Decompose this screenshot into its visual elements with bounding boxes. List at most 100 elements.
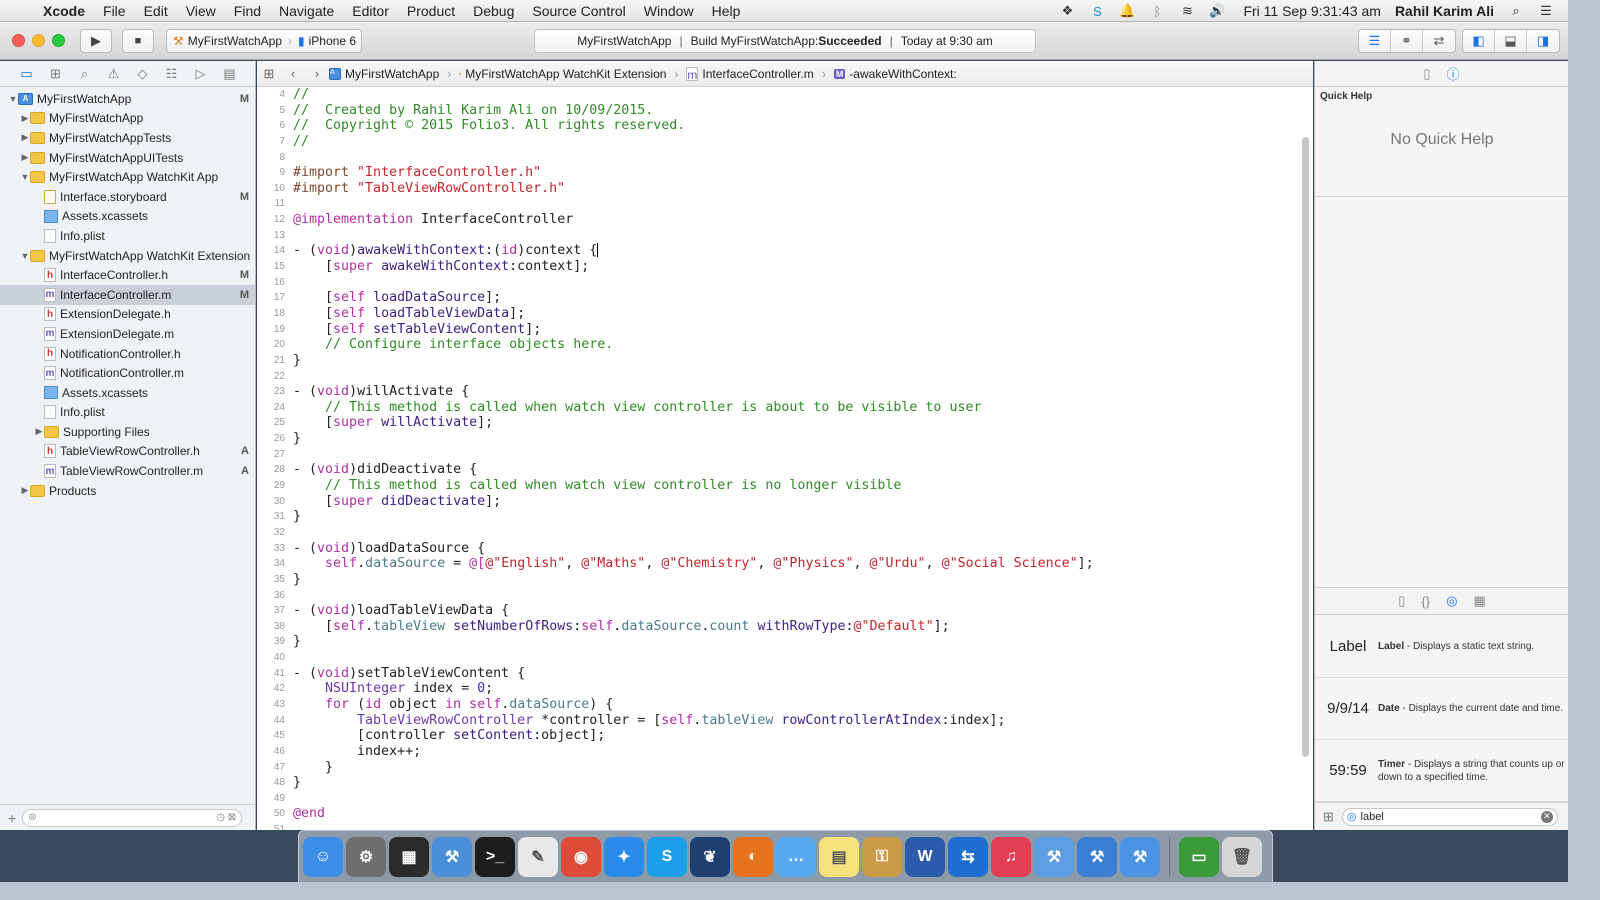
disclosure-collapsed-icon[interactable]: ▶ — [20, 485, 30, 496]
grid-view-icon[interactable]: ⊞ — [1323, 809, 1334, 825]
xcode-icon[interactable]: ⚒ — [432, 836, 472, 877]
tree-row-group[interactable]: ▼ MyFirstWatchApp WatchKit Extension — [0, 246, 255, 266]
tree-row-file-selected[interactable]: m InterfaceController.m M — [0, 284, 255, 305]
code-line[interactable]: 4 // — [279, 87, 1299, 103]
safari-icon[interactable]: ✦ — [604, 836, 644, 877]
tree-row-file[interactable]: m TableViewRowController.m A — [0, 461, 255, 481]
code-line[interactable]: 22 — [274, 369, 1299, 385]
code-line[interactable]: 50 @end — [274, 806, 1299, 822]
code-line[interactable]: 11 — [275, 196, 1299, 212]
code-line[interactable]: 26} — [274, 431, 1299, 447]
tree-row-group[interactable]: ▶ Supporting Files — [0, 422, 255, 442]
test-navigator-icon[interactable]: ◇ — [128, 66, 157, 82]
dropbox-icon[interactable]: ❖ — [1059, 3, 1075, 18]
tree-row-file[interactable]: m NotificationController.m — [0, 363, 255, 383]
clear-search-icon[interactable]: ✕ — [1540, 810, 1553, 823]
code-line[interactable]: 10 #import "TableViewRowController.h" — [274, 181, 1299, 197]
code-line[interactable]: 7 // — [279, 134, 1299, 150]
volume-icon[interactable]: 🔊 — [1209, 3, 1225, 18]
tree-row-file[interactable]: Info.plist — [0, 403, 255, 423]
skype-icon[interactable]: S — [1089, 4, 1105, 19]
code-line[interactable]: 36 — [274, 588, 1299, 604]
app-store-icon[interactable]: ▦ — [389, 836, 429, 877]
recent-files-icon[interactable]: ◷ ⊠ — [216, 812, 236, 823]
code-line[interactable]: 34 self.dataSource = @[@"English", @"Mat… — [274, 556, 1299, 572]
code-line[interactable]: 30 [super didDeactivate]; — [274, 494, 1299, 510]
code-line[interactable]: 6 // Copyright © 2015 Folio3. All rights … — [279, 118, 1299, 134]
add-file-icon[interactable]: + — [8, 810, 16, 826]
code-line[interactable]: 15 [super awakeWithContext:context]; — [274, 259, 1299, 275]
code-line[interactable]: 45 [controller setContent:object]; — [274, 728, 1299, 744]
back-icon[interactable]: ‹ — [281, 66, 305, 81]
file-inspector-icon[interactable]: ▯ — [1423, 66, 1430, 82]
code-line[interactable]: 20 // Configure interface objects here. — [274, 337, 1299, 353]
keychain-icon[interactable]: ⚿ — [862, 836, 902, 877]
code-line[interactable]: 48} — [274, 775, 1299, 791]
debug-navigator-icon[interactable]: ☷ — [157, 66, 186, 82]
tree-row-file[interactable]: Info.plist — [0, 226, 255, 246]
code-line[interactable]: 28 - (void)didDeactivate { — [274, 462, 1299, 478]
code-line[interactable]: 51 — [274, 822, 1299, 830]
code-line[interactable]: 41 - (void)setTableViewContent { — [274, 666, 1299, 682]
spotlight-icon[interactable]: ⌕ — [1508, 3, 1524, 18]
project-navigator-icon[interactable]: ▭ — [12, 66, 41, 82]
source-editor[interactable]: 4 // 5 // Created by Rahil Karim Ali on 10/… — [257, 87, 1313, 830]
stickies-icon[interactable]: ▤ — [819, 836, 859, 877]
code-line[interactable]: 46 index++; — [274, 744, 1299, 760]
stop-button[interactable]: ■ — [122, 29, 154, 53]
code-area[interactable]: 4 // 5 // Created by Rahil Karim Ali on 10/… — [274, 87, 1299, 830]
navigator-filter-input[interactable]: ⊜ ◷ ⊠ — [22, 808, 243, 827]
library-search-input[interactable]: ◎ label ✕ — [1341, 807, 1558, 826]
finder-icon[interactable]: ☺ — [303, 836, 343, 877]
forward-icon[interactable]: › — [305, 66, 329, 81]
code-line[interactable]: 42 NSUInteger index = 0; — [274, 681, 1299, 697]
terminal-icon[interactable]: >_ — [475, 836, 515, 877]
tree-row-file[interactable]: m ExtensionDelegate.m — [0, 324, 255, 344]
disclosure-collapsed-icon[interactable]: ▶ — [20, 152, 30, 163]
code-line[interactable]: 9 #import "InterfaceController.h" — [279, 165, 1299, 181]
notification-icon[interactable]: 🔔 — [1119, 3, 1135, 18]
navigator-toggle-icon[interactable]: ◧ — [1463, 30, 1495, 52]
sourcetree-icon[interactable]: ❦ — [690, 836, 730, 877]
code-line[interactable]: 49 — [274, 791, 1299, 807]
code-line[interactable]: 25 [super willActivate]; — [274, 415, 1299, 431]
code-line[interactable]: 16 — [274, 275, 1299, 291]
code-line[interactable]: 29 // This method is called when watch v… — [274, 478, 1299, 494]
code-line[interactable]: 43 for (id object in self.dataSource) { — [274, 697, 1299, 713]
minimize-window-button[interactable] — [32, 34, 45, 47]
tree-row-file[interactable]: h TableViewRowController.h A — [0, 442, 255, 462]
firefox-icon[interactable]: ◐ — [733, 836, 773, 877]
standard-editor-icon[interactable]: ☰ — [1359, 30, 1391, 52]
disclosure-expanded-icon[interactable]: ▼ — [20, 172, 30, 182]
report-navigator-icon[interactable]: ▤ — [215, 66, 244, 82]
tree-row-file[interactable]: h NotificationController.h — [0, 344, 255, 364]
code-line[interactable]: 32 — [274, 525, 1299, 541]
menu-user[interactable]: Rahil Karim Ali — [1395, 3, 1494, 19]
zoom-window-button[interactable] — [52, 34, 65, 47]
disclosure-collapsed-icon[interactable]: ▶ — [34, 426, 44, 437]
library-item-label[interactable]: Label Label - Displays a static text str… — [1315, 616, 1568, 678]
xcode-beta-icon[interactable]: ⚒ — [1034, 836, 1074, 877]
menu-clock[interactable]: Fri 11 Sep 9:31:43 am — [1243, 3, 1380, 19]
instruments-icon[interactable]: ⚒ — [1077, 836, 1117, 877]
symbol-navigator-icon[interactable]: ⊞ — [41, 66, 70, 82]
disclosure-expanded-icon[interactable]: ▼ — [8, 94, 18, 104]
code-line[interactable]: 37 - (void)loadTableViewData { — [274, 603, 1299, 619]
code-line[interactable]: 13 — [274, 228, 1299, 244]
version-editor-icon[interactable]: ⇄ — [1423, 30, 1455, 52]
code-line[interactable]: 23 - (void)willActivate { — [274, 384, 1299, 400]
code-line[interactable]: 47 } — [274, 760, 1299, 776]
library-item-timer[interactable]: 59:59 Timer - Displays a string that cou… — [1315, 740, 1568, 802]
tree-row-file[interactable]: Assets.xcassets — [0, 383, 255, 403]
menu-window[interactable]: Window — [635, 3, 703, 19]
trash-icon[interactable]: 🗑 — [1222, 836, 1262, 877]
code-line[interactable]: 19 [self setTableViewContent]; — [274, 322, 1299, 338]
menu-editor[interactable]: Editor — [343, 3, 398, 19]
code-line[interactable]: 21} — [274, 353, 1299, 369]
editor-scrollbar[interactable] — [1302, 137, 1309, 757]
chrome-icon[interactable]: ◉ — [561, 836, 601, 877]
find-navigator-icon[interactable]: ⌕ — [70, 66, 99, 82]
disclosure-expanded-icon[interactable]: ▼ — [20, 251, 30, 261]
scheme-selector[interactable]: ⚒ MyFirstWatchApp › ▮ iPhone 6 — [166, 29, 362, 53]
textedit-icon[interactable]: ✎ — [518, 836, 558, 877]
